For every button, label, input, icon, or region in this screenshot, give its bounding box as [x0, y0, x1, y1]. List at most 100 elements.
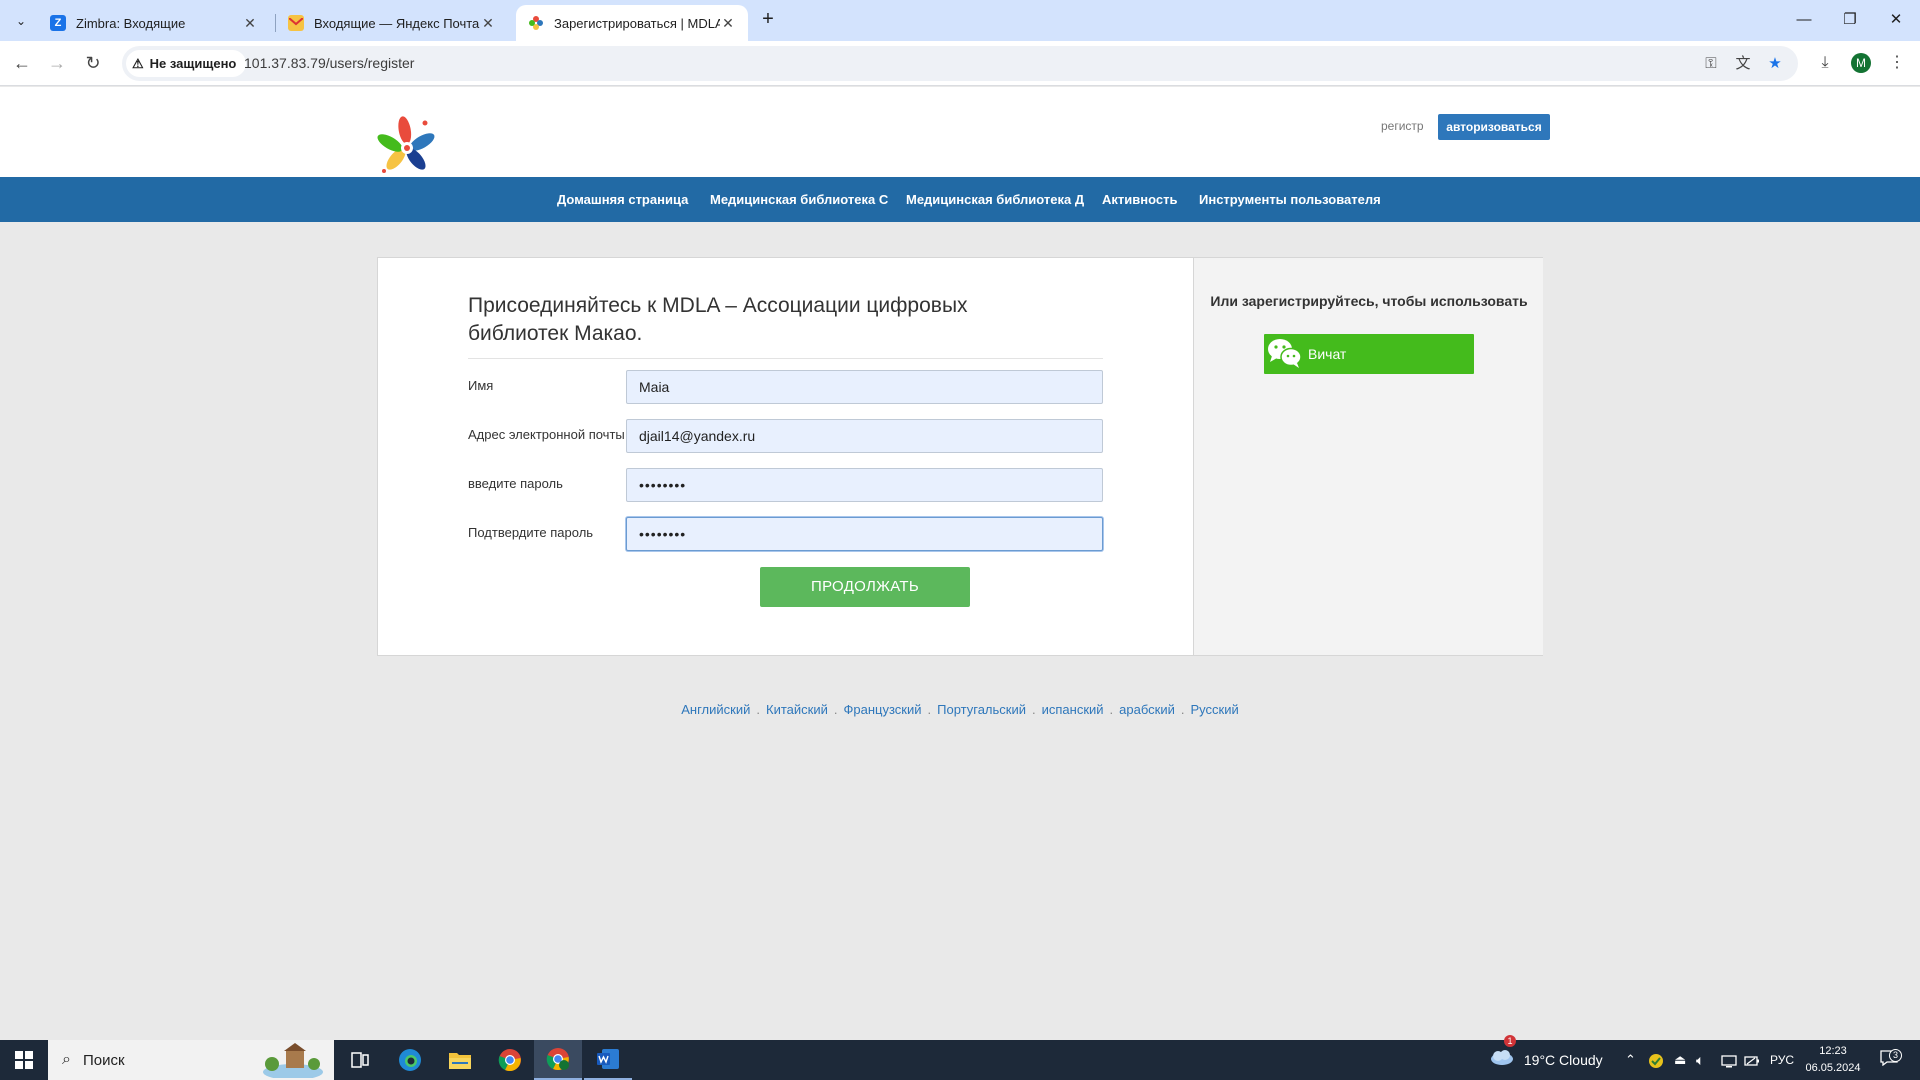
word-icon[interactable]: [584, 1040, 632, 1080]
windows-start-icon[interactable]: [0, 1040, 48, 1080]
avatar[interactable]: M: [1851, 53, 1871, 73]
close-window-button[interactable]: ✕: [1873, 0, 1919, 41]
nav-item-activity[interactable]: Активность: [1102, 177, 1177, 222]
search-icon: ⌕: [62, 1051, 71, 1068]
register-card: Присоединяйтесь к MDLA – Ассоциации цифр…: [377, 257, 1543, 656]
tray-app-icon[interactable]: [1648, 1040, 1664, 1080]
tab-title: Входящие — Яндекс Почта: [314, 15, 480, 31]
tab-search-button[interactable]: ⌄: [8, 8, 34, 34]
back-arrow-icon[interactable]: ←: [9, 50, 35, 76]
key-icon[interactable]: ⚿: [1700, 53, 1722, 75]
main-nav: Домашняя страница Медицинская библиотека…: [0, 177, 1920, 222]
notifications-icon[interactable]: 3: [1880, 1040, 1902, 1080]
form-title: Присоединяйтесь к MDLA – Ассоциации цифр…: [468, 294, 968, 345]
lang-spanish[interactable]: испанский: [1042, 702, 1104, 717]
nav-item-user-tools[interactable]: Инструменты пользователя: [1199, 177, 1381, 222]
alt-signup-panel: Или зарегистрируйтесь, чтобы использоват…: [1193, 258, 1543, 655]
new-tab-button[interactable]: +: [756, 7, 780, 31]
file-explorer-icon[interactable]: [436, 1040, 484, 1080]
site-header: регистр авторизоваться: [0, 87, 1920, 177]
tab-strip: ⌄ Z Zimbra: Входящие ✕ Входящие — Яндекс…: [0, 0, 1920, 41]
nav-item-medical-library-c[interactable]: Медицинская библиотека С: [710, 177, 888, 222]
download-icon[interactable]: ⤓: [1812, 50, 1838, 76]
translate-icon[interactable]: 文: [1732, 53, 1754, 75]
separator-dot: .: [833, 702, 838, 717]
input-language[interactable]: РУС: [1770, 1040, 1794, 1080]
clock-date: 06.05.2024: [1805, 1062, 1861, 1074]
weather-widget[interactable]: 1 19°C Cloudy: [1488, 1035, 1603, 1080]
separator-dot: .: [1032, 702, 1036, 717]
password-field[interactable]: [626, 468, 1103, 502]
security-label: Не защищено: [149, 56, 237, 71]
wechat-button[interactable]: Вичат: [1264, 334, 1474, 374]
minimize-button[interactable]: —: [1781, 0, 1827, 41]
bookmark-star-icon[interactable]: ★: [1764, 53, 1786, 75]
search-highlight-image: [258, 1042, 328, 1080]
mdla-favicon: [528, 15, 544, 31]
tray-chevron-up-icon[interactable]: ⌃: [1625, 1040, 1636, 1080]
confirm-password-label: Подтвердите пароль: [468, 525, 594, 540]
tab-mdla-register[interactable]: Зарегистрироваться | MDLA – ✕: [516, 5, 748, 41]
chrome-profile-icon[interactable]: [534, 1040, 582, 1080]
name-field[interactable]: [626, 370, 1103, 404]
warning-triangle-icon: ⚠: [132, 55, 144, 71]
mdla-logo[interactable]: [370, 113, 444, 179]
task-view-icon[interactable]: [336, 1040, 384, 1080]
nav-item-home[interactable]: Домашняя страница: [557, 177, 688, 222]
tab-yandex-mail[interactable]: Входящие — Яндекс Почта ✕: [276, 5, 508, 41]
password-label: введите пароль: [468, 476, 563, 491]
clock[interactable]: 12:23 06.05.2024: [1800, 1043, 1866, 1077]
language-links: Английский. Китайский. Французский. Португа…: [0, 702, 1920, 717]
lang-arabic[interactable]: арабский: [1119, 702, 1175, 717]
zimbra-icon: Z: [50, 15, 66, 31]
battery-icon[interactable]: [1744, 1040, 1760, 1080]
weather-text: 19°C Cloudy: [1523, 1052, 1603, 1068]
wechat-label: Вичат: [1308, 346, 1347, 362]
close-icon[interactable]: ✕: [480, 15, 496, 32]
weather-alert-badge: 1: [1504, 1035, 1516, 1048]
lang-russian[interactable]: Русский: [1191, 702, 1239, 717]
lang-english[interactable]: Английский: [681, 702, 750, 717]
browser-toolbar: ← → ↻ ⚠ Не защищено 101.37.83.79/users/r…: [0, 41, 1920, 86]
url-text[interactable]: 101.37.83.79/users/register: [244, 55, 414, 71]
separator-dot: .: [1180, 702, 1185, 717]
edge-icon[interactable]: [386, 1040, 434, 1080]
chrome-icon[interactable]: [486, 1040, 534, 1080]
tab-title: Zimbra: Входящие: [76, 15, 186, 31]
restore-button[interactable]: ❐: [1827, 0, 1873, 41]
divider: [468, 358, 1103, 359]
taskbar-search[interactable]: ⌕ Поиск: [48, 1040, 334, 1080]
lang-chinese[interactable]: Китайский: [766, 702, 828, 717]
reload-icon[interactable]: ↻: [80, 50, 106, 76]
forward-arrow-icon[interactable]: →: [44, 50, 70, 76]
web-page: регистр авторизоваться Домашняя страница…: [0, 87, 1920, 1040]
yandex-mail-icon: [288, 15, 304, 31]
close-icon[interactable]: ✕: [242, 15, 258, 32]
cloud-icon: 1: [1488, 1035, 1516, 1080]
wechat-icon: [1264, 336, 1308, 373]
tab-title: Зарегистрироваться | MDLA –: [554, 15, 720, 31]
register-link[interactable]: регистр: [1381, 119, 1424, 133]
separator-dot: .: [1109, 702, 1114, 717]
nav-item-medical-library-d[interactable]: Медицинская библиотека Д: [906, 177, 1084, 222]
separator-dot: .: [927, 702, 932, 717]
menu-kebab-icon[interactable]: ⋮: [1884, 50, 1910, 76]
usb-icon[interactable]: ⏏: [1674, 1040, 1686, 1080]
email-field[interactable]: [626, 419, 1103, 453]
search-placeholder: Поиск: [82, 1051, 125, 1069]
continue-button[interactable]: ПРОДОЛЖАТЬ: [760, 567, 970, 607]
clock-time: 12:23: [1819, 1045, 1847, 1057]
security-chip[interactable]: ⚠ Не защищено: [126, 50, 247, 77]
confirm-password-field[interactable]: [626, 517, 1103, 551]
volume-icon[interactable]: 🔈︎: [1696, 1040, 1704, 1080]
address-bar[interactable]: ⚠ Не защищено 101.37.83.79/users/registe…: [122, 46, 1798, 81]
notification-count: 3: [1889, 1049, 1902, 1063]
network-icon[interactable]: [1721, 1040, 1737, 1080]
tab-zimbra[interactable]: Z Zimbra: Входящие ✕: [38, 5, 270, 41]
close-icon[interactable]: ✕: [720, 15, 736, 32]
lang-portuguese[interactable]: Португальский: [937, 702, 1026, 717]
separator-dot: .: [756, 702, 761, 717]
email-label: Адрес электронной почты: [468, 427, 625, 442]
login-button[interactable]: авторизоваться: [1438, 114, 1550, 140]
lang-french[interactable]: Французский: [844, 702, 922, 717]
